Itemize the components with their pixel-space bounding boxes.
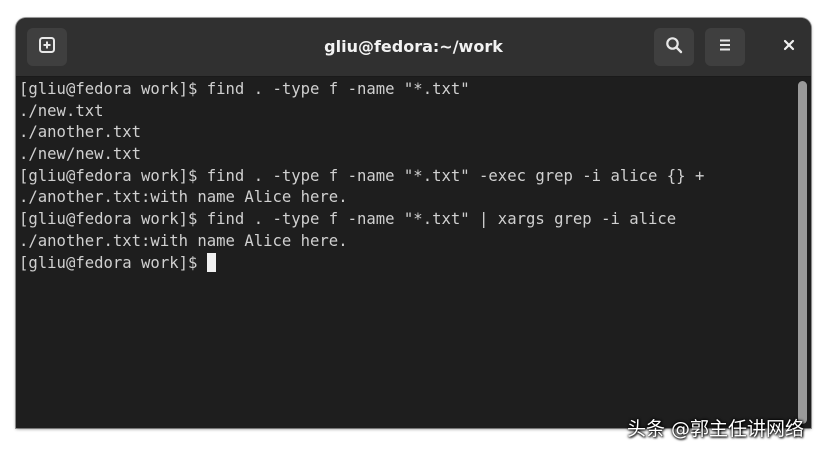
scrollbar[interactable]	[794, 77, 811, 428]
shell-prompt: [gliu@fedora work]$	[19, 253, 207, 272]
close-icon	[781, 37, 797, 57]
header-bar: gliu@fedora:~/work	[16, 18, 811, 77]
new-tab-button[interactable]	[27, 28, 67, 66]
close-button[interactable]	[770, 28, 808, 66]
watermark: 头条 @郭主任讲网络	[627, 418, 805, 440]
search-icon	[664, 35, 684, 59]
search-button[interactable]	[654, 28, 694, 66]
terminal-line: [gliu@fedora work]$ find . -type f -name…	[19, 210, 677, 229]
prompt-line[interactable]: [gliu@fedora work]$	[19, 252, 794, 275]
scrollbar-thumb[interactable]	[798, 81, 807, 424]
new-tab-icon	[37, 35, 57, 59]
terminal-line: [gliu@fedora work]$ find . -type f -name…	[19, 166, 705, 185]
hamburger-menu-icon	[715, 35, 735, 59]
terminal-output[interactable]: [gliu@fedora work]$ find . -type f -name…	[16, 77, 794, 428]
terminal-window: gliu@fedora:~/work [gliu@fedora work]$ f…	[16, 18, 811, 428]
menu-button[interactable]	[705, 28, 745, 66]
terminal-line: [gliu@fedora work]$ find . -type f -name…	[19, 80, 470, 98]
terminal-line: ./new/new.txt	[19, 145, 142, 164]
terminal-line: ./another.txt:with name Alice here.	[19, 231, 348, 250]
terminal-line: ./another.txt	[19, 123, 142, 142]
text-cursor	[206, 252, 216, 272]
terminal-line: ./new.txt	[19, 101, 104, 120]
terminal-line: ./another.txt:with name Alice here.	[19, 188, 348, 207]
